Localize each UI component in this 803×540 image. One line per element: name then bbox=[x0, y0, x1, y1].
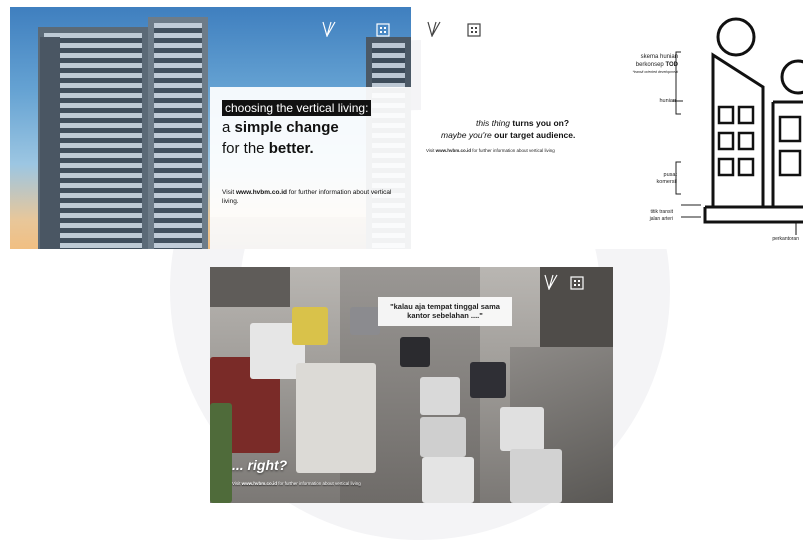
label-skema-prefix: berkonsep bbox=[635, 61, 666, 68]
car-4 bbox=[422, 457, 474, 503]
label-pusat: pusat bbox=[663, 172, 677, 178]
tagline-line-2: maybe you're our target audience. bbox=[441, 130, 575, 140]
hvbm-logo-icon bbox=[427, 21, 441, 37]
headline-line-2-bold: simple change bbox=[234, 119, 339, 136]
car-1 bbox=[400, 337, 430, 367]
tagline-line-1: this thing turns you on? bbox=[476, 118, 569, 128]
label-hunian: hunian bbox=[659, 98, 676, 104]
car-2 bbox=[420, 377, 460, 415]
car-3 bbox=[420, 417, 466, 457]
headline-line-3-bold: better. bbox=[268, 140, 314, 157]
right-caption: ... right? bbox=[232, 457, 288, 473]
tagline-line-2-text: maybe you're bbox=[441, 130, 495, 140]
tagline-line-1-text: this thing bbox=[476, 118, 513, 128]
hvbm-logo-icon bbox=[544, 274, 558, 290]
apartment-tower-left-side bbox=[40, 37, 60, 249]
label-perkantoran: perkantoran bbox=[772, 236, 799, 242]
poster-traffic-jam: "kalau aja tempat tinggal sama kantor se… bbox=[210, 267, 613, 503]
headline-line-2: a simple change bbox=[222, 119, 339, 136]
truck-left bbox=[210, 403, 232, 503]
car-6 bbox=[500, 407, 544, 451]
label-skema-line-2: berkonsep TOD bbox=[632, 62, 678, 70]
headline-line-2-prefix: a bbox=[222, 119, 235, 136]
visit-prefix: Visit bbox=[232, 481, 242, 486]
apartment-tower-center bbox=[148, 17, 208, 249]
visit-url: www.hvbm.co.id bbox=[435, 148, 472, 153]
label-skema-note: *transit oriented development bbox=[632, 69, 678, 74]
tod-diagram bbox=[673, 17, 803, 235]
quote-box: "kalau aja tempat tinggal sama kantor se… bbox=[378, 297, 512, 326]
visit-suffix: for further information about vertical l… bbox=[277, 481, 361, 486]
visit-caption: Visit www.hvbm.co.id for further informa… bbox=[222, 189, 392, 207]
label-jalan-arteri: jalan arteri bbox=[649, 216, 673, 222]
car-5 bbox=[470, 362, 506, 398]
label-komersil: komersil bbox=[656, 179, 677, 186]
building-logo-icon bbox=[570, 276, 584, 290]
car-8 bbox=[350, 307, 380, 335]
headline-line-1: choosing the vertical living: bbox=[222, 100, 372, 116]
label-pusat-komersil: pusat komersil bbox=[657, 172, 677, 186]
visit-suffix: for further information about vertical l… bbox=[471, 148, 555, 153]
tower-windows bbox=[154, 23, 202, 249]
building-logo-icon bbox=[467, 23, 481, 37]
label-titik-transit: titik transit bbox=[650, 209, 673, 215]
building-logo-icon bbox=[376, 23, 390, 37]
label-skema-line-1: skema hunian bbox=[640, 54, 678, 60]
tagline-line-2-bold: our target audience. bbox=[494, 130, 576, 140]
bus-yellow bbox=[292, 307, 328, 345]
bus-center bbox=[296, 363, 376, 473]
poster-tod-diagram: this thing turns you on? maybe you're ou… bbox=[421, 7, 803, 249]
visit-url: www.hvbm.co.id bbox=[235, 189, 288, 196]
visit-prefix: Visit bbox=[426, 148, 436, 153]
hvbm-logo-icon bbox=[322, 21, 336, 37]
headline-line-3-prefix: for the bbox=[222, 140, 269, 157]
visit-url: www.hvbm.co.id bbox=[241, 481, 278, 486]
overpass-left bbox=[210, 267, 290, 307]
tagline-line-1-bold: turns you on? bbox=[512, 118, 570, 128]
visit-prefix: Visit bbox=[222, 189, 236, 196]
car-7 bbox=[510, 449, 562, 503]
brand-logos bbox=[427, 21, 497, 41]
label-skema: skema hunian berkonsep TOD *transit orie… bbox=[632, 54, 678, 74]
visit-caption: Visit www.hvbm.co.id for further informa… bbox=[232, 481, 612, 486]
poster-simple-change: choosing the vertical living: a simple c… bbox=[10, 7, 411, 249]
visit-caption: Visit www.hvbm.co.id for further informa… bbox=[426, 148, 555, 153]
brand-logos bbox=[544, 274, 594, 294]
brand-logos bbox=[322, 21, 397, 41]
label-skema-bold: TOD bbox=[665, 61, 678, 68]
headline-line-3: for the better. bbox=[222, 140, 314, 157]
